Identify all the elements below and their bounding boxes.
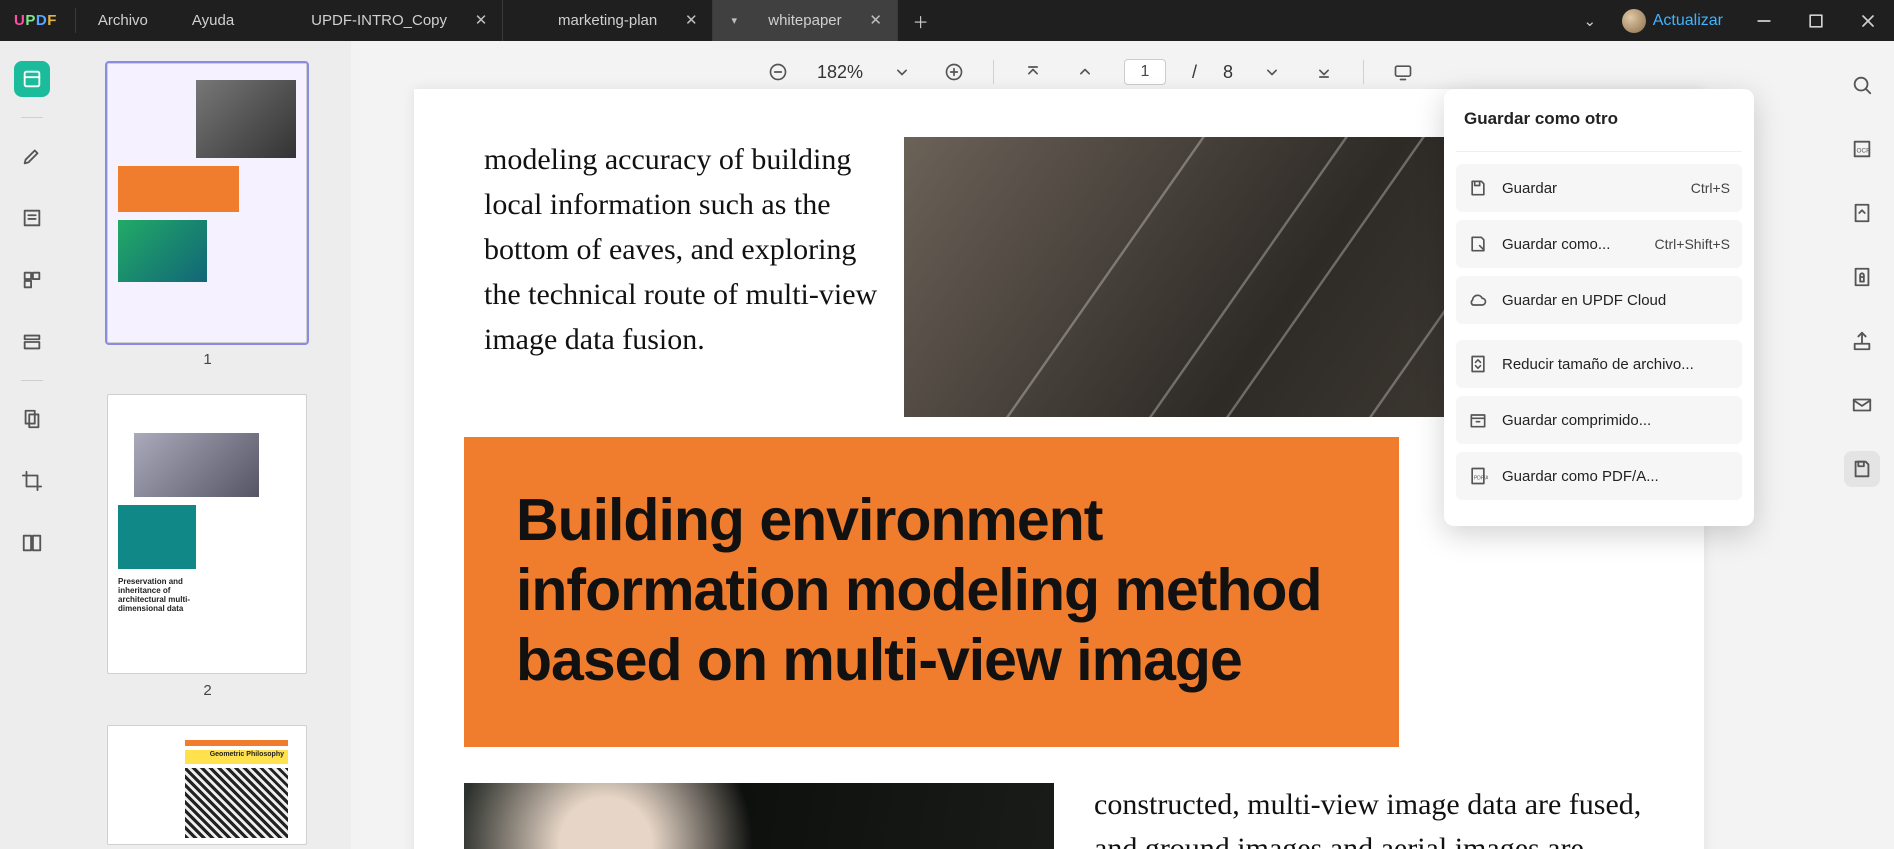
svg-text:OCR: OCR (1857, 148, 1872, 155)
thumbnail-caption: Preservation and inheritance of architec… (118, 577, 211, 613)
tab-marketing-plan[interactable]: marketing-plan ✕ (503, 0, 713, 41)
ocr-button[interactable]: OCR (1844, 131, 1880, 167)
tab-whitepaper[interactable]: ▾ whitepaper ✕ (713, 0, 897, 41)
menu-label: Guardar en UPDF Cloud (1502, 292, 1730, 309)
tab-label: marketing-plan (558, 12, 657, 29)
save-button[interactable]: Guardar Ctrl+S (1456, 164, 1742, 212)
menu-label: Guardar comprimido... (1502, 412, 1730, 429)
protect-button[interactable] (1844, 259, 1880, 295)
zoom-dropdown-icon[interactable] (889, 59, 915, 85)
shortcut: Ctrl+S (1691, 180, 1730, 196)
add-tab-button[interactable]: ＋ (898, 0, 944, 41)
compare-button[interactable] (14, 525, 50, 561)
cloud-icon (1468, 290, 1488, 310)
avatar (1622, 9, 1646, 33)
thumbnail-page-3[interactable]: Geometric Philosophy (107, 725, 307, 845)
save-pdfa-button[interactable]: PDF/A Guardar como PDF/A... (1456, 452, 1742, 500)
share-button[interactable] (1844, 323, 1880, 359)
menu-label: Guardar como... (1502, 236, 1641, 253)
email-button[interactable] (1844, 387, 1880, 423)
prev-page-button[interactable] (1072, 59, 1098, 85)
menu-label: Reducir tamaño de archivo... (1502, 356, 1730, 373)
tab-updf-intro[interactable]: UPDF-INTRO_Copy ✕ (256, 0, 503, 41)
page-total: 8 (1223, 62, 1233, 83)
svg-text:PDF/A: PDF/A (1474, 475, 1488, 481)
upgrade-button[interactable]: Actualizar (1608, 9, 1737, 33)
zoom-level: 182% (817, 62, 863, 83)
save-cloud-button[interactable]: Guardar en UPDF Cloud (1456, 276, 1742, 324)
next-page-button[interactable] (1259, 59, 1285, 85)
right-tool-rail: OCR (1830, 41, 1894, 849)
chevron-down-icon[interactable]: ▾ (727, 14, 741, 28)
archive-icon (1468, 410, 1488, 430)
document-viewer[interactable]: 182% 1 / 8 (351, 41, 1830, 849)
thumbnail-panel[interactable]: 1 Preservation and inheritance of archit… (64, 41, 351, 849)
window-minimize-icon[interactable] (1738, 11, 1790, 31)
crop-button[interactable] (14, 463, 50, 499)
first-page-button[interactable] (1020, 59, 1046, 85)
zoom-in-button[interactable] (941, 59, 967, 85)
thumbnail-title: Geometric Philosophy (210, 751, 284, 758)
zoom-out-button[interactable] (765, 59, 791, 85)
separator (1456, 151, 1742, 152)
edit-text-button[interactable] (14, 200, 50, 236)
close-icon[interactable]: ✕ (474, 14, 488, 28)
window-maximize-icon[interactable] (1790, 11, 1842, 31)
separator (993, 60, 994, 84)
compress-icon (1468, 354, 1488, 374)
save-icon (1468, 178, 1488, 198)
form-button[interactable] (14, 324, 50, 360)
tab-label: UPDF-INTRO_Copy (311, 12, 447, 29)
convert-button[interactable] (1844, 195, 1880, 231)
page-separator: / (1192, 62, 1197, 83)
save-as-icon (1468, 234, 1488, 254)
close-icon[interactable]: ✕ (684, 14, 698, 28)
body-paragraph: constructed, multi-view image data are f… (1054, 783, 1704, 849)
main-area: 1 Preservation and inheritance of archit… (0, 41, 1894, 849)
annotate-button[interactable] (14, 138, 50, 174)
separator (21, 117, 43, 118)
save-compressed-button[interactable]: Guardar comprimido... (1456, 396, 1742, 444)
titlebar: UPDF Archivo Ayuda UPDF-INTRO_Copy ✕ mar… (0, 0, 1894, 41)
section-heading: Building environment information modelin… (464, 437, 1399, 747)
page-input[interactable]: 1 (1124, 59, 1166, 85)
separator (21, 380, 43, 381)
close-icon[interactable]: ✕ (869, 14, 883, 28)
thumbnail-number: 1 (107, 351, 308, 368)
upgrade-label: Actualizar (1653, 12, 1723, 30)
thumbnail-page-1[interactable] (107, 63, 307, 343)
save-as-other-popover: Guardar como otro Guardar Ctrl+S Guardar… (1444, 89, 1754, 526)
last-page-button[interactable] (1311, 59, 1337, 85)
menu-label: Guardar como PDF/A... (1502, 468, 1730, 485)
overflow-chevron-icon[interactable]: ⌄ (1572, 12, 1608, 30)
thumbnail-page-2[interactable]: Preservation and inheritance of architec… (107, 394, 307, 674)
reader-mode-button[interactable] (14, 61, 50, 97)
window-close-icon[interactable] (1842, 11, 1894, 31)
left-tool-rail (0, 41, 64, 849)
thumbnail-number: 2 (107, 682, 308, 699)
search-button[interactable] (1844, 67, 1880, 103)
menu-archivo[interactable]: Archivo (76, 0, 170, 41)
save-as-other-button[interactable] (1844, 451, 1880, 487)
app-logo: UPDF (0, 0, 75, 41)
shortcut: Ctrl+Shift+S (1655, 236, 1730, 252)
inline-image (464, 783, 1054, 849)
reduce-size-button[interactable]: Reducir tamaño de archivo... (1456, 340, 1742, 388)
tab-label: whitepaper (768, 12, 841, 29)
view-toolbar: 182% 1 / 8 (351, 59, 1830, 85)
popover-title: Guardar como otro (1456, 103, 1742, 145)
body-paragraph: modeling accuracy of building local info… (414, 137, 904, 417)
organize-pages-button[interactable] (14, 262, 50, 298)
presentation-mode-button[interactable] (1390, 59, 1416, 85)
save-as-button[interactable]: Guardar como... Ctrl+Shift+S (1456, 220, 1742, 268)
pdfa-icon: PDF/A (1468, 466, 1488, 486)
redact-button[interactable] (14, 401, 50, 437)
menu-label: Guardar (1502, 180, 1677, 197)
separator (1363, 60, 1364, 84)
menu-ayuda[interactable]: Ayuda (170, 0, 256, 41)
